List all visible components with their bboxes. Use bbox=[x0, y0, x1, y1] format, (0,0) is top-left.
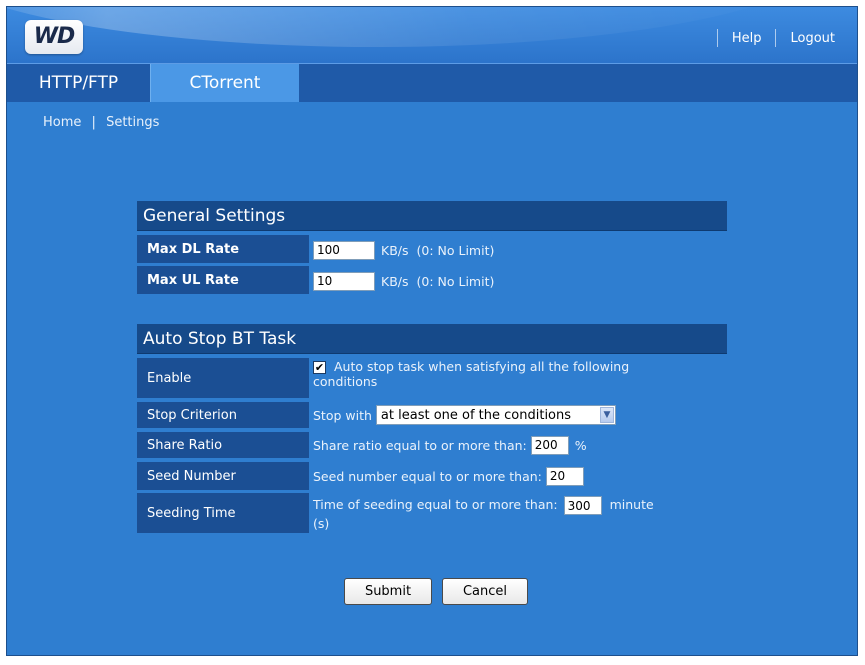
max-dl-rate-label: Max DL Rate bbox=[137, 235, 309, 263]
top-header: WD Help Logout bbox=[7, 7, 857, 63]
share-ratio-input[interactable] bbox=[530, 435, 569, 455]
max-ul-rate-input[interactable] bbox=[313, 271, 375, 291]
seeding-time-label: Seeding Time bbox=[137, 493, 309, 533]
submit-button[interactable]: Submit bbox=[344, 578, 432, 605]
seeding-time-prefix: Time of seeding equal to or more than: bbox=[313, 497, 558, 512]
max-dl-rate-unit: KB/s bbox=[381, 242, 409, 258]
tab-bar: HTTP/FTP CTorrent bbox=[7, 63, 857, 102]
stop-criterion-label: Stop Criterion bbox=[137, 402, 309, 428]
max-dl-rate-input[interactable] bbox=[313, 240, 375, 260]
stop-criterion-row: Stop with at least one of the conditions… bbox=[313, 404, 616, 426]
seed-number-input[interactable] bbox=[545, 466, 584, 486]
seed-number-row: Seed number equal to or more than: bbox=[313, 466, 584, 486]
cancel-button[interactable]: Cancel bbox=[442, 578, 528, 605]
wd-logo: WD bbox=[25, 20, 83, 54]
tab-ctorrent[interactable]: CTorrent bbox=[150, 64, 299, 102]
stop-criterion-selected: at least one of the conditions bbox=[380, 407, 572, 423]
share-ratio-prefix: Share ratio equal to or more than: bbox=[313, 437, 527, 453]
header-divider bbox=[775, 29, 777, 47]
breadcrumb-separator: | bbox=[91, 115, 96, 130]
general-settings-header: General Settings bbox=[137, 201, 727, 231]
stop-criterion-prefix: Stop with bbox=[313, 407, 372, 423]
max-ul-rate-row: KB/s (0: No Limit) bbox=[313, 271, 494, 291]
breadcrumb: Home | Settings bbox=[43, 115, 159, 130]
header-divider bbox=[716, 29, 718, 47]
enable-text-line2: conditions bbox=[313, 374, 378, 389]
enable-label: Enable bbox=[137, 358, 309, 398]
app-frame: WD Help Logout HTTP/FTP CTorrent Home | … bbox=[6, 6, 858, 656]
max-ul-rate-note: (0: No Limit) bbox=[416, 273, 495, 289]
share-ratio-unit: % bbox=[574, 437, 587, 453]
enable-row: ✔ Auto stop task when satisfying all the… bbox=[313, 359, 713, 389]
max-dl-rate-row: KB/s (0: No Limit) bbox=[313, 240, 494, 260]
logout-link[interactable]: Logout bbox=[790, 31, 835, 46]
chevron-down-icon[interactable]: ▼ bbox=[599, 407, 614, 423]
max-ul-rate-unit: KB/s bbox=[381, 273, 409, 289]
share-ratio-label: Share Ratio bbox=[137, 432, 309, 458]
enable-checkbox[interactable]: ✔ bbox=[313, 361, 326, 374]
stop-criterion-select[interactable]: at least one of the conditions ▼ bbox=[375, 405, 616, 425]
seeding-time-unit-suffix: (s) bbox=[313, 516, 330, 531]
max-dl-rate-note: (0: No Limit) bbox=[416, 242, 495, 258]
enable-text-line1: Auto stop task when satisfying all the f… bbox=[333, 359, 630, 374]
seeding-time-row: Time of seeding equal to or more than: m… bbox=[313, 496, 713, 533]
breadcrumb-home[interactable]: Home bbox=[43, 115, 81, 130]
seed-number-prefix: Seed number equal to or more than: bbox=[313, 468, 542, 484]
seeding-time-input[interactable] bbox=[563, 496, 602, 515]
auto-stop-header: Auto Stop BT Task bbox=[137, 324, 727, 354]
max-ul-rate-label: Max UL Rate bbox=[137, 266, 309, 294]
seed-number-label: Seed Number bbox=[137, 462, 309, 490]
header-links: Help Logout bbox=[703, 29, 835, 47]
seeding-time-unit: minute bbox=[609, 497, 654, 512]
share-ratio-row: Share ratio equal to or more than: % bbox=[313, 435, 587, 455]
tab-http-ftp[interactable]: HTTP/FTP bbox=[7, 64, 150, 102]
help-link[interactable]: Help bbox=[732, 31, 762, 46]
breadcrumb-current: Settings bbox=[106, 115, 160, 130]
